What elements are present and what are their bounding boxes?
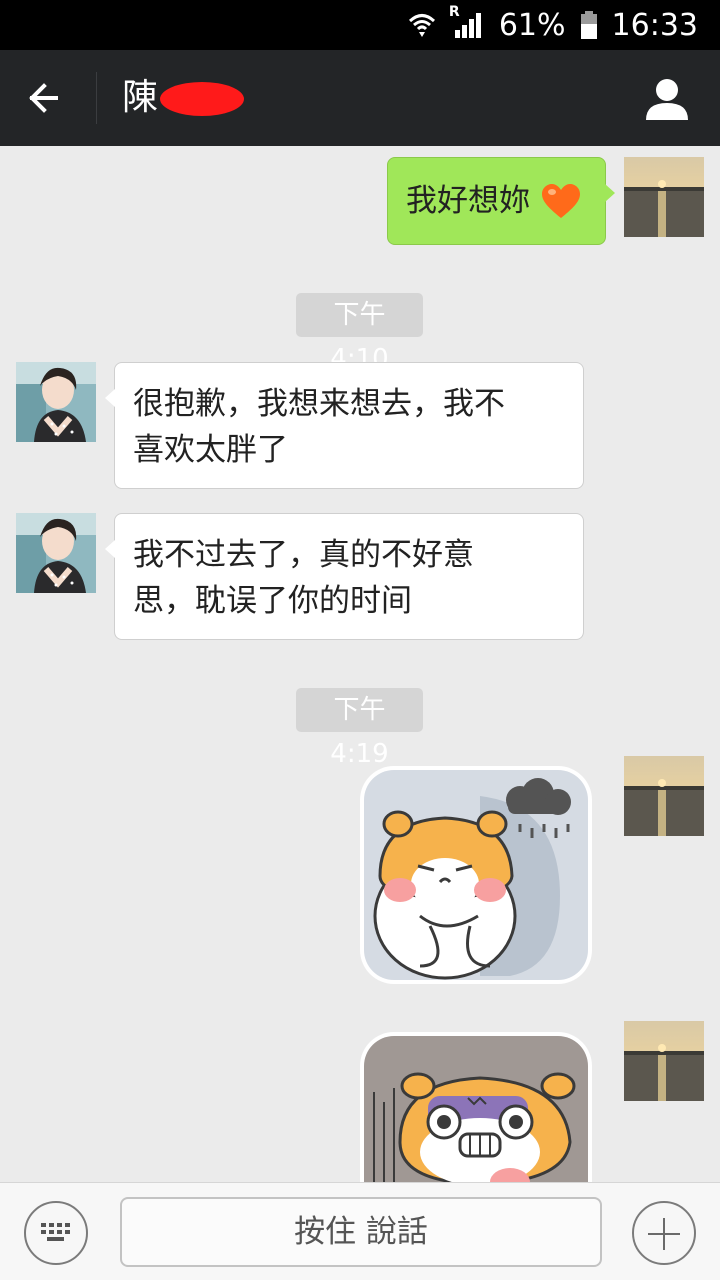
- sad-hamster-sticker: [364, 770, 588, 980]
- roaming-indicator: R: [448, 4, 460, 20]
- chat-header: 陳: [0, 50, 720, 146]
- input-bar: 按住 說話: [0, 1182, 720, 1280]
- received-message[interactable]: 我不过去了，真的不好意 思，耽误了你的时间: [105, 513, 584, 640]
- contact-avatar[interactable]: [16, 362, 96, 442]
- person-icon: [646, 79, 688, 120]
- message-line: 很抱歉，我想来想去，我不: [133, 386, 505, 422]
- contact-name: 陳: [122, 77, 159, 118]
- back-button[interactable]: [22, 74, 74, 122]
- signal-icon: R: [449, 4, 485, 40]
- battery-percent: 61%: [498, 7, 566, 43]
- timestamp-chip: 下午4:19: [296, 688, 423, 769]
- wifi-icon: [407, 10, 437, 40]
- my-avatar[interactable]: [624, 157, 704, 237]
- chat-messages[interactable]: 我好想妳 下午4:10 很抱歉，我想来想去，我不 喜欢太胖了 我不过去了，真的不…: [0, 146, 720, 1182]
- battery-icon: [580, 10, 598, 40]
- redaction-scribble: [160, 82, 244, 116]
- orange-heart-icon: [542, 184, 580, 218]
- sticker-message[interactable]: [360, 1032, 592, 1182]
- keyboard-toggle-button[interactable]: [24, 1201, 88, 1265]
- header-divider: [96, 72, 97, 124]
- message-line: 我不过去了，真的不好意: [133, 537, 474, 573]
- message-line: 思，耽误了你的时间: [133, 583, 412, 619]
- more-actions-button[interactable]: [632, 1201, 696, 1265]
- sent-message[interactable]: 我好想妳: [387, 157, 615, 245]
- message-text: 我好想妳: [406, 183, 530, 219]
- received-message[interactable]: 很抱歉，我想来想去，我不 喜欢太胖了: [105, 362, 584, 489]
- contact-profile-button[interactable]: [644, 76, 690, 122]
- my-avatar[interactable]: [624, 1021, 704, 1101]
- keyboard-icon: [41, 1223, 70, 1241]
- crying-hamster-sticker: [364, 1036, 588, 1182]
- sticker-message[interactable]: [360, 766, 592, 984]
- message-line: 喜欢太胖了: [133, 432, 288, 468]
- arrow-left-icon: [29, 83, 58, 113]
- status-bar: R 61% 16:33: [0, 0, 720, 50]
- clock: 16:33: [611, 7, 698, 43]
- hold-to-talk-button[interactable]: 按住 說話: [120, 1197, 602, 1267]
- contact-avatar[interactable]: [16, 513, 96, 593]
- my-avatar[interactable]: [624, 756, 704, 836]
- timestamp-chip: 下午4:10: [296, 293, 423, 374]
